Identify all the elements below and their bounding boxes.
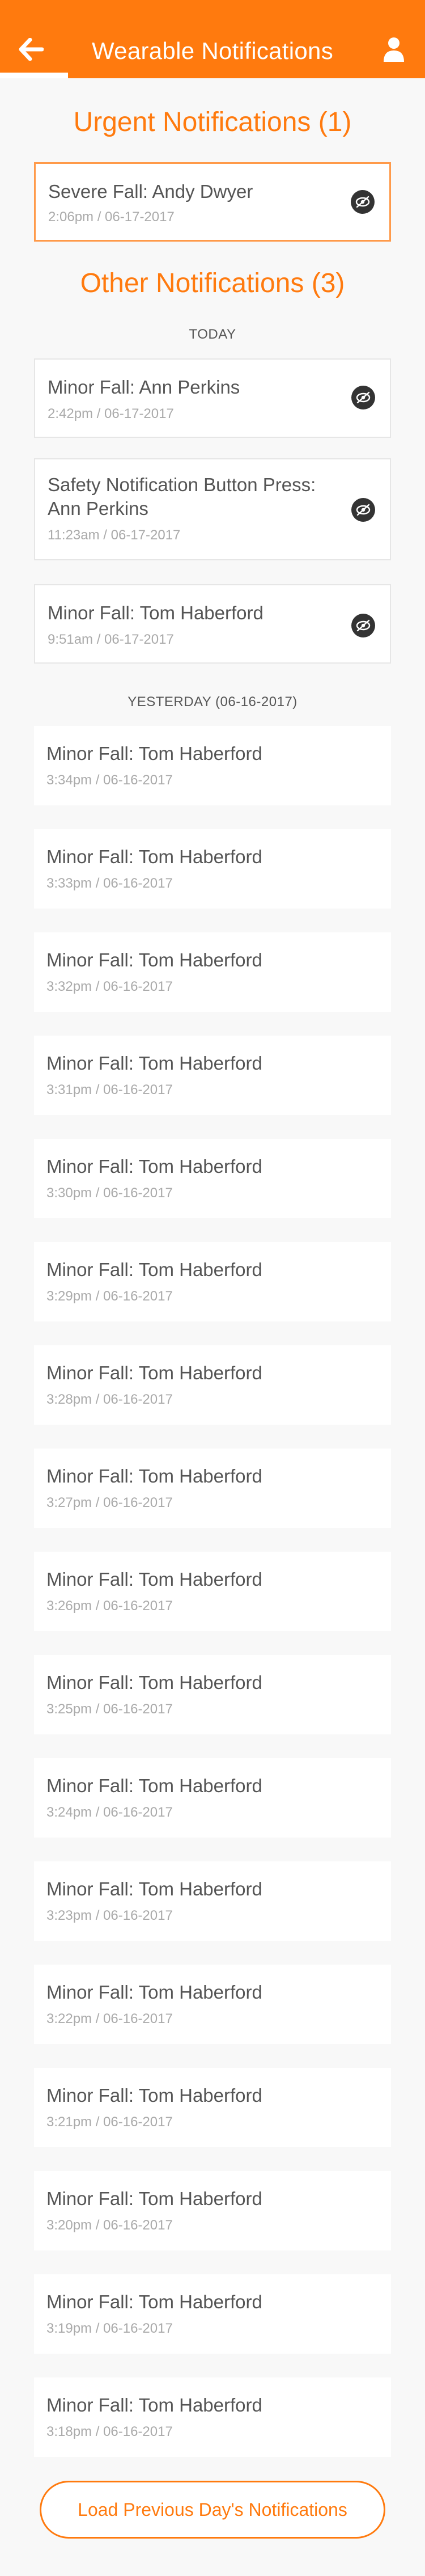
eye-slash-icon: [356, 619, 371, 632]
notification-title: Minor Fall: Tom Haberford: [46, 1466, 262, 1487]
notification-card[interactable]: Minor Fall: Tom Haberford 3:18pm / 06-16-…: [34, 2377, 391, 2457]
notification-time: 3:30pm / 06-16-2017: [46, 1185, 173, 1201]
notification-card[interactable]: Minor Fall: Tom Haberford 3:27pm / 06-16-…: [34, 1449, 391, 1528]
notification-title: Severe Fall: Andy Dwyer: [48, 181, 253, 202]
notification-title: Minor Fall: Ann Perkins: [48, 377, 240, 398]
notification-title: Minor Fall: Tom Haberford: [46, 1053, 262, 1074]
urgent-section-title: Urgent Notifications (1): [73, 107, 352, 137]
eye-slash-icon: [356, 504, 371, 516]
load-previous-day-button[interactable]: Load Previous Day's Notifications: [40, 2481, 385, 2539]
notification-card[interactable]: Minor Fall: Tom Haberford 3:20pm / 06-16-…: [34, 2171, 391, 2250]
notification-title: Minor Fall: Tom Haberford: [46, 1156, 262, 1177]
notification-time: 3:29pm / 06-16-2017: [46, 1289, 173, 1304]
notification-title: Minor Fall: Tom Haberford: [48, 602, 264, 623]
notification-time: 3:22pm / 06-16-2017: [46, 2011, 173, 2026]
notification-time: 3:27pm / 06-16-2017: [46, 1495, 173, 1510]
notification-time: 9:51am / 06-17-2017: [48, 632, 174, 647]
notification-time: 3:31pm / 06-16-2017: [46, 1082, 173, 1097]
notification-time: 3:19pm / 06-16-2017: [46, 2321, 173, 2336]
notification-card[interactable]: Minor Fall: Tom Haberford 3:23pm / 06-16-…: [34, 1861, 391, 1941]
notification-card[interactable]: Minor Fall: Tom Haberford 3:25pm / 06-16-…: [34, 1655, 391, 1734]
notification-time: 3:28pm / 06-16-2017: [46, 1392, 173, 1407]
notification-time: 3:20pm / 06-16-2017: [46, 2218, 173, 2233]
notification-card[interactable]: Minor Fall: Tom Haberford 3:24pm / 06-16-…: [34, 1758, 391, 1838]
notification-card[interactable]: Minor Fall: Tom Haberford 9:51am / 06-17…: [34, 584, 391, 664]
notification-title: Minor Fall: Tom Haberford: [46, 2085, 262, 2106]
urgent-notification-card[interactable]: Severe Fall: Andy Dwyer 2:06pm / 06-17-2…: [34, 162, 391, 242]
notification-title: Minor Fall: Tom Haberford: [46, 2291, 262, 2312]
notification-time: 3:24pm / 06-16-2017: [46, 1805, 173, 1820]
notification-title: Minor Fall: Tom Haberford: [46, 743, 262, 764]
notification-card[interactable]: Safety Notification Button Press: Ann Pe…: [34, 458, 391, 560]
notification-title: Safety Notification Button Press: Ann Pe…: [48, 474, 316, 519]
dismiss-button[interactable]: [351, 498, 375, 522]
notification-time: 2:06pm / 06-17-2017: [48, 209, 175, 225]
notification-card[interactable]: Minor Fall: Tom Haberford 3:29pm / 06-16-…: [34, 1242, 391, 1321]
notification-card[interactable]: Minor Fall: Tom Haberford 3:19pm / 06-16-…: [34, 2274, 391, 2354]
notification-title: Minor Fall: Tom Haberford: [46, 2188, 262, 2209]
notification-card[interactable]: Minor Fall: Tom Haberford 3:33pm / 06-16-…: [34, 829, 391, 909]
notification-time: 2:42pm / 06-17-2017: [48, 406, 174, 421]
dismiss-button[interactable]: [351, 190, 375, 214]
notification-time: 3:21pm / 06-16-2017: [46, 2114, 173, 2130]
eye-slash-icon: [356, 391, 371, 404]
user-icon: [384, 37, 404, 62]
yesterday-label: YESTERDAY (06-16-2017): [128, 694, 298, 710]
notification-title: Minor Fall: Tom Haberford: [46, 846, 262, 867]
notification-card[interactable]: Minor Fall: Tom Haberford 3:32pm / 06-16-…: [34, 932, 391, 1012]
other-section-title: Other Notifications (3): [80, 268, 345, 298]
notification-time: 3:33pm / 06-16-2017: [46, 876, 173, 891]
notification-time: 3:18pm / 06-16-2017: [46, 2424, 173, 2439]
notification-title: Minor Fall: Tom Haberford: [46, 2395, 262, 2415]
notification-time: 11:23am / 06-17-2017: [48, 527, 181, 543]
profile-button[interactable]: [379, 34, 409, 65]
notification-card[interactable]: Minor Fall: Tom Haberford 3:30pm / 06-16-…: [34, 1139, 391, 1218]
notification-title: Minor Fall: Tom Haberford: [46, 1259, 262, 1280]
app-header: Wearable Notifications: [0, 0, 425, 78]
notification-card[interactable]: Minor Fall: Tom Haberford 3:34pm / 06-16-…: [34, 726, 391, 805]
dismiss-button[interactable]: [351, 614, 375, 637]
notification-title: Minor Fall: Tom Haberford: [46, 1362, 262, 1383]
notification-title: Minor Fall: Tom Haberford: [46, 1982, 262, 2003]
notification-time: 3:23pm / 06-16-2017: [46, 1908, 173, 1923]
notification-time: 3:32pm / 06-16-2017: [46, 979, 173, 994]
page-title: Wearable Notifications: [91, 37, 334, 64]
notification-time: 3:26pm / 06-16-2017: [46, 1598, 173, 1614]
notification-card[interactable]: Minor Fall: Tom Haberford 3:21pm / 06-16-…: [34, 2068, 391, 2147]
notification-title: Minor Fall: Tom Haberford: [46, 1878, 262, 1899]
notification-title: Minor Fall: Tom Haberford: [46, 949, 262, 970]
notification-card[interactable]: Minor Fall: Tom Haberford 3:26pm / 06-16-…: [34, 1552, 391, 1631]
notification-title: Minor Fall: Tom Haberford: [46, 1672, 262, 1693]
notification-title: Minor Fall: Tom Haberford: [46, 1569, 262, 1590]
notification-time: 3:34pm / 06-16-2017: [46, 772, 173, 788]
header-tab-indicator: [0, 73, 68, 78]
notification-title: Minor Fall: Tom Haberford: [46, 1775, 262, 1796]
today-label: TODAY: [189, 327, 236, 342]
notification-card[interactable]: Minor Fall: Tom Haberford 3:28pm / 06-16-…: [34, 1345, 391, 1425]
dismiss-button[interactable]: [351, 386, 375, 409]
eye-slash-icon: [355, 196, 370, 208]
notification-card[interactable]: Minor Fall: Tom Haberford 3:31pm / 06-16-…: [34, 1036, 391, 1115]
notification-card[interactable]: Minor Fall: Ann Perkins 2:42pm / 06-17-2…: [34, 358, 391, 438]
notification-time: 3:25pm / 06-16-2017: [46, 1701, 173, 1717]
notification-card[interactable]: Minor Fall: Tom Haberford 3:22pm / 06-16-…: [34, 1965, 391, 2044]
